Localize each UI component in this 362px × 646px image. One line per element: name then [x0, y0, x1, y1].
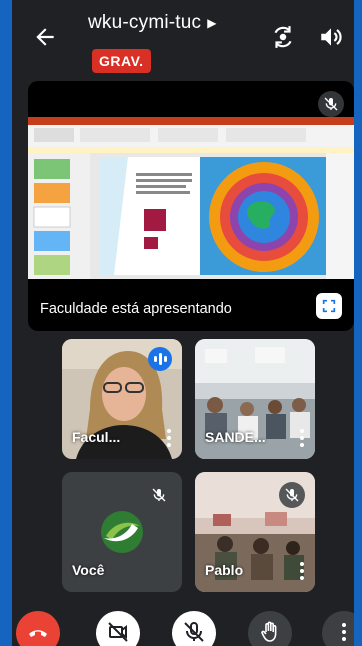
more-options-button[interactable] — [322, 611, 354, 646]
mic-off-icon — [184, 622, 204, 642]
meet-app: wku-cymi-tuc ▶ GRAV. Faculdade está apre… — [12, 0, 354, 646]
slide-thumbnail — [28, 117, 354, 279]
participant-tile-faculdade[interactable]: Facul... — [62, 339, 182, 459]
presentation-tile[interactable]: Faculdade está apresentando — [28, 81, 354, 331]
speaking-indicator-icon — [148, 347, 172, 371]
back-arrow-icon[interactable] — [32, 24, 58, 50]
caret-right-icon: ▶ — [207, 16, 217, 30]
participant-name: Pablo — [205, 562, 244, 578]
raise-hand-button[interactable] — [248, 611, 292, 646]
fullscreen-button[interactable] — [316, 293, 342, 319]
participant-tile-you[interactable]: Você — [62, 472, 182, 592]
more-options-icon[interactable] — [299, 562, 305, 580]
more-options-icon[interactable] — [299, 429, 305, 447]
meeting-code-text: wku-cymi-tuc — [88, 12, 202, 33]
end-call-icon — [29, 630, 47, 637]
participant-name: SANDE... — [205, 429, 266, 445]
shared-screen — [28, 117, 354, 279]
speaker-icon[interactable] — [318, 24, 344, 50]
fullscreen-icon — [322, 299, 336, 313]
participant-name: Facul... — [72, 429, 121, 445]
more-options-icon[interactable] — [166, 429, 172, 447]
participant-name: Você — [72, 562, 105, 578]
recording-badge: GRAV. — [92, 49, 151, 73]
end-call-button[interactable] — [16, 611, 60, 646]
more-vert-icon — [342, 623, 346, 641]
avatar-logo-icon — [101, 511, 143, 553]
camera-off-icon — [108, 622, 128, 642]
avatar — [100, 510, 144, 554]
switch-camera-icon[interactable] — [270, 24, 296, 50]
raise-hand-icon — [261, 621, 277, 642]
meeting-code[interactable]: wku-cymi-tuc ▶ — [88, 12, 217, 34]
participant-tile-sande[interactable]: SANDE... — [195, 339, 315, 459]
mic-off-icon — [279, 482, 305, 508]
camera-toggle-button[interactable] — [96, 611, 140, 646]
participant-tile-pablo[interactable]: Pablo — [195, 472, 315, 592]
presentation-caption: Faculdade está apresentando — [40, 301, 232, 317]
mic-off-icon — [146, 482, 172, 508]
mic-toggle-button[interactable] — [172, 611, 216, 646]
mic-off-icon — [318, 91, 344, 117]
